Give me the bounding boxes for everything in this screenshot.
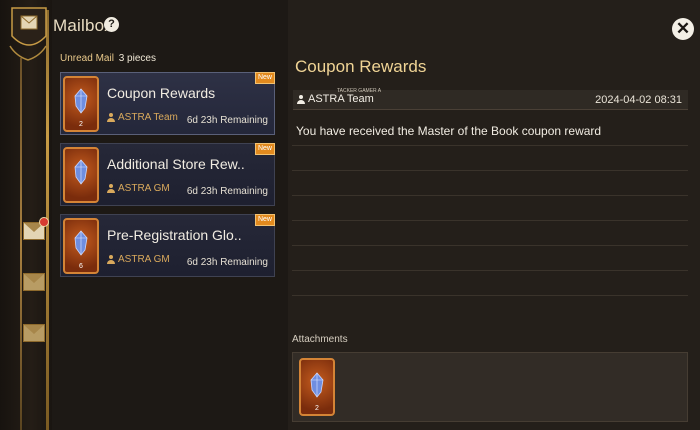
mail-subject: Additional Store Rew.. <box>107 156 245 172</box>
mail-sender-name: ASTRA GM <box>118 183 170 194</box>
mail-sender: ASTRA GM <box>107 183 170 194</box>
body-rule <box>292 195 688 196</box>
detail-sender-name: ASTRA Team <box>308 93 374 105</box>
unread-count: 3 pieces <box>118 53 156 64</box>
mail-item[interactable]: 6 Pre-Registration Glo.. ASTRA GM 6d 23h… <box>60 214 275 277</box>
unread-mail-count: Unread Mail 3 pieces <box>60 53 156 64</box>
mail-unread-icon <box>23 217 49 240</box>
body-rule <box>292 220 688 221</box>
body-rule <box>292 270 688 271</box>
new-badge: New <box>255 214 275 226</box>
mail-archive-tab[interactable] <box>22 322 46 344</box>
side-rail <box>0 0 52 430</box>
mail-body-text: You have received the Master of the Book… <box>296 124 602 138</box>
mail-sender-name: ASTRA Team <box>118 112 178 123</box>
close-icon[interactable]: ✕ <box>672 18 694 40</box>
watermark-text: TACKER GAMER A <box>337 88 382 94</box>
mail-unread-tab[interactable] <box>22 217 49 242</box>
mail-sender-name: ASTRA GM <box>118 254 170 265</box>
body-rule <box>292 295 688 296</box>
item-count: 2 <box>79 121 83 128</box>
mail-subject: Pre-Registration Glo.. <box>107 227 242 243</box>
mail-remaining-time: 6d 23h Remaining <box>186 115 268 126</box>
mail-sender: ASTRA GM <box>107 254 170 265</box>
person-icon <box>107 113 115 122</box>
mail-system-tab[interactable] <box>22 271 46 293</box>
mailbox-emblem-icon <box>9 7 47 61</box>
body-rule <box>292 245 688 246</box>
notification-dot <box>39 217 49 227</box>
body-rule <box>292 145 688 146</box>
blue-crystal-icon <box>74 230 88 256</box>
blue-crystal-icon <box>74 159 88 185</box>
mail-system-icon <box>23 273 45 291</box>
reward-item-slot: 6 <box>63 218 99 274</box>
mail-archive-icon <box>23 324 45 342</box>
mail-list: 2 Coupon Rewards ASTRA Team 6d 23h Remai… <box>60 72 275 285</box>
blue-crystal-icon <box>310 372 324 398</box>
item-count: 6 <box>79 263 83 270</box>
unread-label: Unread Mail <box>60 53 114 64</box>
body-rule <box>292 170 688 171</box>
help-icon[interactable]: ? <box>104 17 119 32</box>
mail-sender: ASTRA Team <box>107 112 178 123</box>
attachments-box: 2 <box>292 352 688 422</box>
new-badge: New <box>255 143 275 155</box>
attachment-item[interactable]: 2 <box>299 358 335 416</box>
detail-sender: ASTRA Team <box>297 93 374 105</box>
reward-item-slot: 2 <box>63 76 99 132</box>
mail-detail-title: Coupon Rewards <box>295 57 427 76</box>
mail-item[interactable]: Additional Store Rew.. ASTRA GM 6d 23h R… <box>60 143 275 206</box>
person-icon <box>107 184 115 193</box>
person-icon <box>107 255 115 264</box>
mail-remaining-time: 6d 23h Remaining <box>186 257 268 268</box>
person-icon <box>297 94 305 104</box>
mail-subject: Coupon Rewards <box>107 85 216 101</box>
mail-item[interactable]: 2 Coupon Rewards ASTRA Team 6d 23h Remai… <box>60 72 275 135</box>
attachment-count: 2 <box>315 405 319 412</box>
reward-item-slot <box>63 147 99 203</box>
blue-crystal-icon <box>74 88 88 114</box>
attachments-label: Attachments <box>292 334 348 345</box>
new-badge: New <box>255 72 275 84</box>
rail-inner-border <box>20 58 22 430</box>
mail-remaining-time: 6d 23h Remaining <box>186 186 268 197</box>
mail-datetime: 2024-04-02 08:31 <box>595 94 682 106</box>
mail-meta-bar: ASTRA Team TACKER GAMER A 2024-04-02 08:… <box>293 88 688 110</box>
